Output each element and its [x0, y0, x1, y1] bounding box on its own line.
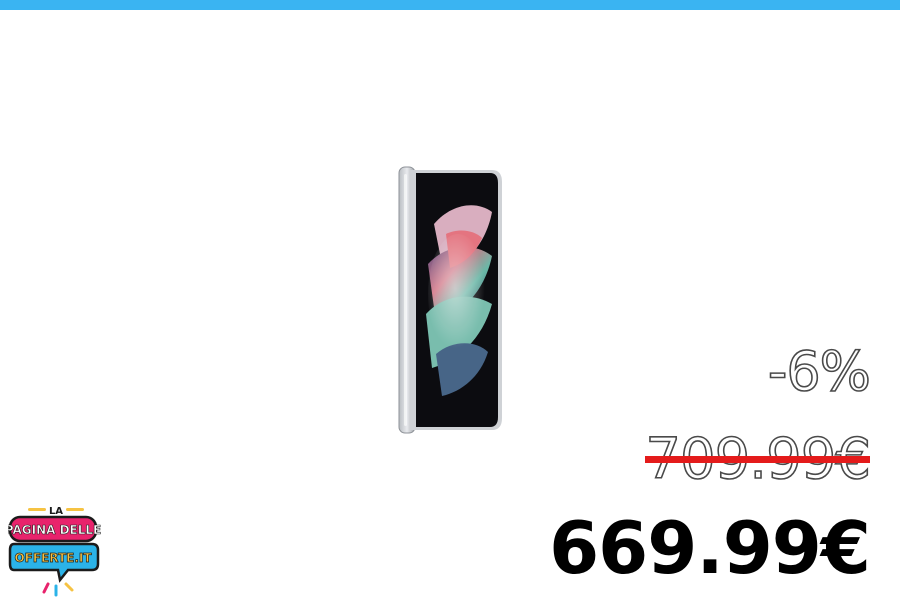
discount-percentage: -6% [767, 339, 872, 404]
old-price-container: 709.99€ [645, 427, 872, 493]
logo-text-la: LA [49, 506, 63, 517]
logo-bar-left [28, 508, 46, 511]
offer-card: -6% 709.99€ 669.99€ LA PAGINA DELLE OFFE… [0, 0, 900, 600]
logo-bar-right [66, 508, 84, 511]
new-price: 669.99€ [549, 506, 871, 590]
strikethrough-line [645, 456, 870, 463]
product-image [398, 166, 502, 434]
logo-text-offerte: OFFERTE.IT [14, 551, 92, 565]
logo-spark-icon [64, 582, 74, 592]
top-accent-bar [0, 0, 900, 10]
site-logo: LA PAGINA DELLE OFFERTE.IT [8, 506, 102, 597]
logo-text-pagina: PAGINA DELLE [8, 523, 101, 537]
logo-spark-icon [42, 582, 50, 594]
